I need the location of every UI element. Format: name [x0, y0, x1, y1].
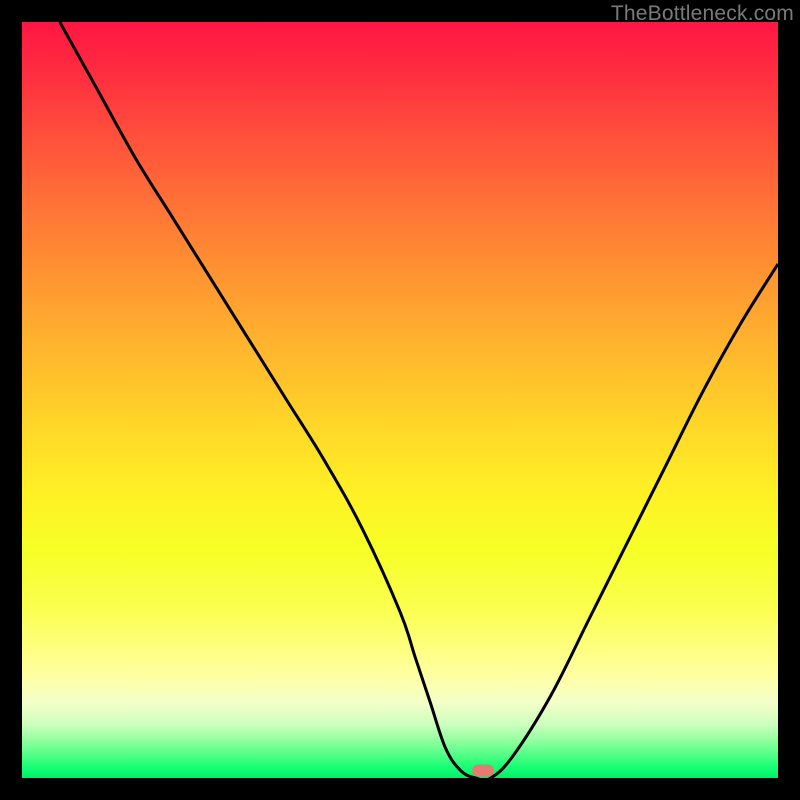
plot-area	[22, 22, 778, 778]
watermark-text: TheBottleneck.com	[611, 2, 794, 26]
curve-line	[60, 22, 778, 778]
chart-frame: TheBottleneck.com	[0, 0, 800, 800]
bottleneck-curve	[22, 22, 778, 778]
optimal-marker-icon	[472, 764, 494, 776]
